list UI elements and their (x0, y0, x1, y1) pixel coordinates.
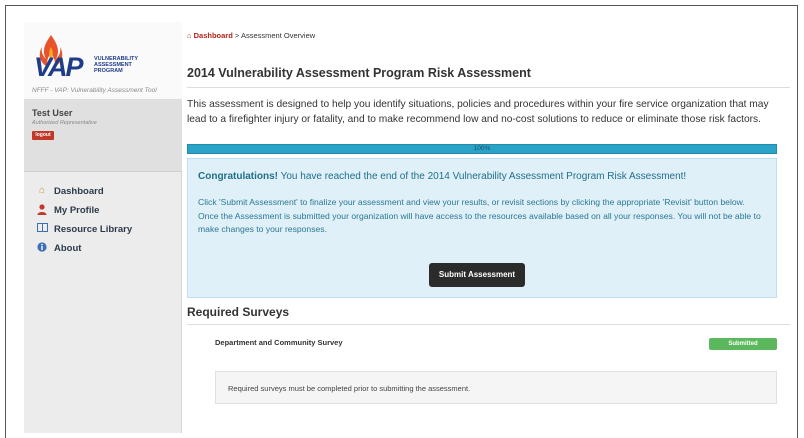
home-icon: ⌂ (38, 185, 46, 196)
breadcrumb: ⌂ Dashboard > Assessment Overview (187, 31, 315, 40)
sidebar-item-dashboard[interactable]: ⌂ Dashboard (24, 182, 182, 201)
user-icon (36, 204, 48, 216)
sidebar-item-about[interactable]: About (24, 239, 182, 258)
intro-text: This assessment is designed to help you … (187, 99, 769, 125)
sidebar-item-my-profile[interactable]: My Profile (24, 201, 182, 220)
submit-assessment-button[interactable]: Submit Assessment (429, 263, 525, 287)
sidebar: VAP VULNERABILITY ASSESSMENT PROGRAM NFF… (24, 22, 182, 433)
required-surveys-title: Required Surveys (187, 305, 290, 319)
user-panel: Test User Authorized Representative logo… (24, 100, 182, 172)
breadcrumb-home-label: Dashboard (193, 31, 233, 40)
logo-line-3: PROGRAM (94, 68, 123, 74)
sidebar-item-label: My Profile (54, 205, 100, 216)
progress-bar: 100% (187, 144, 777, 154)
logo-tagline: NFFF - VAP: Vulnerability Assessment Too… (32, 87, 157, 94)
info-icon (36, 242, 48, 254)
survey-note: Required surveys must be completed prior… (215, 371, 777, 404)
sidebar-item-resource-library[interactable]: Resource Library (24, 220, 182, 239)
completion-alert: Congratulations! You have reached the en… (187, 158, 777, 298)
sidebar-nav: ⌂ Dashboard My Profile Resource Library (24, 182, 182, 258)
sidebar-item-label: Dashboard (54, 186, 104, 197)
breadcrumb-home[interactable]: ⌂ Dashboard (187, 31, 233, 40)
survey-note-text: Required surveys must be completed prior… (228, 384, 471, 393)
book-icon (36, 223, 48, 235)
alert-heading-bold: Congratulations! (198, 171, 278, 182)
user-name: Test User (32, 108, 73, 118)
progress-label: 100% (473, 145, 491, 152)
page-title: 2014 Vulnerability Assessment Program Ri… (187, 66, 531, 80)
logo-words: VULNERABILITY ASSESSMENT PROGRAM (94, 56, 138, 74)
breadcrumb-separator: > (234, 31, 240, 40)
sidebar-item-label: Resource Library (54, 224, 133, 235)
sidebar-item-label: About (54, 243, 82, 254)
survey-name[interactable]: Department and Community Survey (215, 338, 343, 347)
status-badge: Submitted (709, 338, 777, 350)
breadcrumb-current: Assessment Overview (240, 31, 316, 40)
logo[interactable]: VAP VULNERABILITY ASSESSMENT PROGRAM NFF… (24, 22, 182, 100)
logo-mark: VAP (34, 52, 83, 82)
alert-heading-text: You have reached the end of the 2014 Vul… (278, 171, 687, 182)
logout-button[interactable]: logout (32, 131, 54, 140)
app-window: VAP VULNERABILITY ASSESSMENT PROGRAM NFF… (0, 0, 804, 438)
alert-line-1: Click 'Submit Assessment' to finalize yo… (198, 197, 745, 207)
user-role: Authorized Representative (32, 120, 97, 126)
divider (187, 324, 790, 325)
alert-heading: Congratulations! You have reached the en… (198, 171, 686, 182)
alert-body: Click 'Submit Assessment' to finalize yo… (198, 196, 768, 237)
divider (187, 87, 790, 88)
main-content: ⌂ Dashboard > Assessment Overview 2014 V… (187, 22, 790, 433)
alert-line-2: Once the Assessment is submitted your or… (198, 210, 761, 235)
home-icon: ⌂ (187, 31, 192, 40)
